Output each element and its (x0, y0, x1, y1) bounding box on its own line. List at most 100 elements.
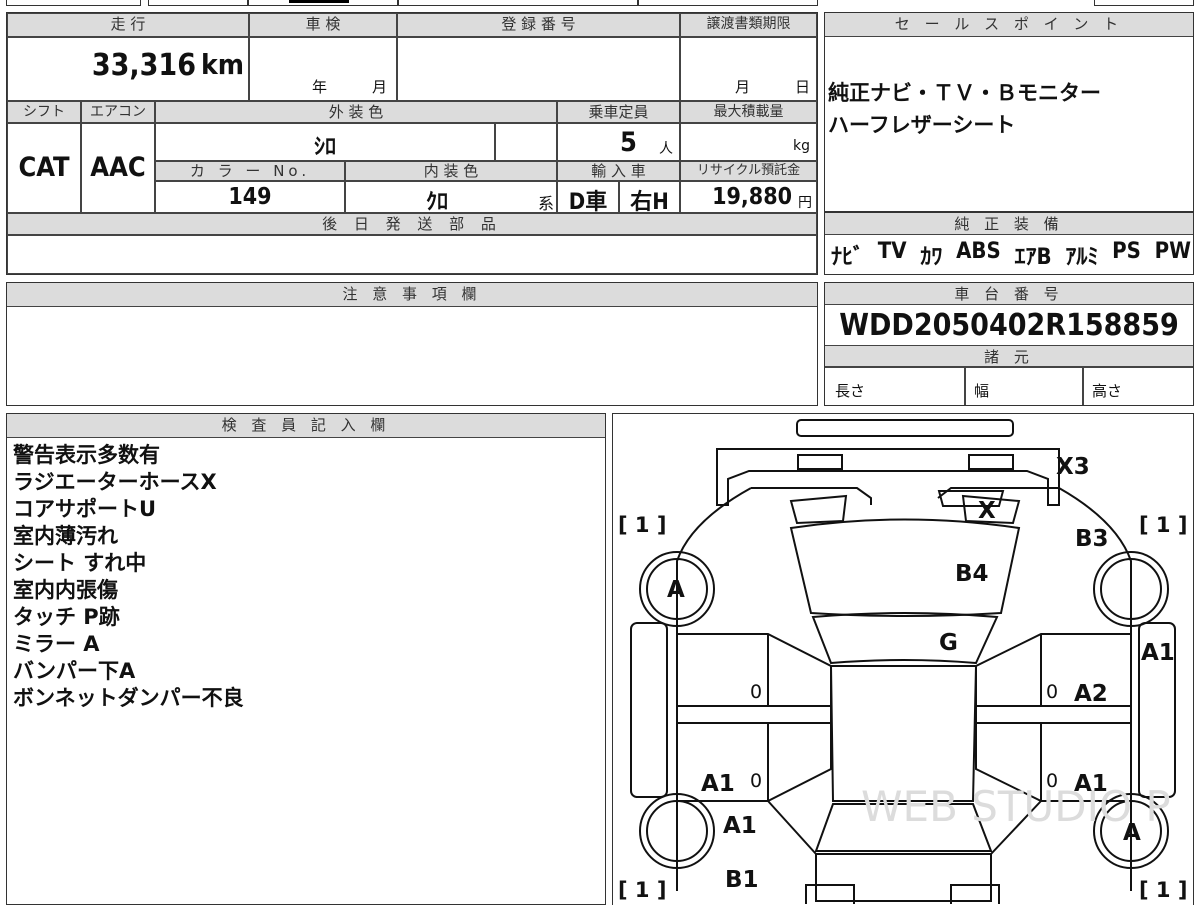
ext-color-label: 外 装 色 (155, 101, 557, 123)
int-color-suffix: 系 (537, 194, 554, 213)
mark-a2: A2 (1074, 681, 1108, 707)
mark-a1-rear-left: A1 (701, 771, 735, 797)
recycle-cell: 19,880 円 (680, 181, 817, 213)
recycle-label: リサイクル預託金 (680, 161, 817, 181)
inspector-line: ラジエーターホースX (13, 470, 217, 494)
inspector-line: コアサポートU (13, 497, 157, 521)
transfer-month: 月 (735, 78, 751, 96)
inspector-line: 室内薄汚れ (13, 524, 118, 548)
bracket-bottom-left: [ 1 ] (618, 878, 666, 902)
int-color-cell: ｸﾛ 系 (345, 181, 557, 215)
mark-x: X (978, 498, 996, 524)
recycle-unit: 円 (798, 195, 812, 211)
windshield (811, 612, 999, 665)
spec-length: 長さ (825, 367, 965, 405)
hood-outline (751, 487, 1059, 505)
bracket-top-left: [ 1 ] (618, 513, 666, 537)
inspector-label: 検 査 員 記 入 欄 (7, 414, 605, 438)
mark-b1: B1 (725, 867, 759, 893)
recycle-value: 19,880 (712, 184, 792, 210)
sales-points-list: 純正ナビ・ＴＶ・Ｂモニター ハーフレザーシート (828, 77, 1188, 141)
int-color-value: ｸﾛ (426, 190, 449, 215)
mileage-value: 33,316 (91, 48, 196, 83)
spec-height: 高さ (1083, 367, 1193, 405)
specs-label: 諸 元 (825, 345, 1193, 367)
inspector-line: シート すれ中 (13, 551, 147, 575)
car-diagram-panel: WEB STUDIO P X3 X B3 B4 G A A1 A2 A1 A1 … (612, 413, 1194, 905)
color-no-value: 149 (228, 184, 272, 210)
equip-abs: ABS (956, 239, 1001, 264)
mark-a-front-left: A (667, 577, 685, 603)
shaken-year: 年 (312, 78, 328, 96)
chassis-number: WDD2050402R158859 (839, 308, 1179, 343)
inspector-line: バンパー下A (13, 659, 136, 683)
equip-ps: PS (1112, 239, 1141, 264)
import-label: 輸 入 車 (557, 161, 680, 181)
equip-alloy: ｱﾙﾐ (1065, 245, 1099, 270)
capacity-unit: 人 (659, 141, 673, 157)
equipment-label: 純 正 装 備 (825, 213, 1193, 235)
ac-value: AAC (90, 152, 146, 183)
later-parts-cell (7, 235, 817, 274)
vehicle-info-table: 走 行 車 検 登 録 番 号 譲渡書類期限 33,316 km 年 月 月 日… (6, 12, 818, 275)
mark-zero: 0 (1046, 681, 1058, 703)
equipment-list: ﾅﾋﾞ TV ｶﾜ ABS ｴｱB ｱﾙﾐ PS PW (831, 239, 1191, 271)
inspector-line: ボンネットダンパー不良 (13, 686, 244, 710)
equip-navi: ﾅﾋﾞ (831, 245, 865, 270)
equipment-panel: 純 正 装 備 ﾅﾋﾞ TV ｶﾜ ABS ｴｱB ｱﾙﾐ PS PW (824, 212, 1194, 275)
shaken-cell: 年 月 (249, 37, 397, 101)
handle-value: 右H (630, 190, 669, 215)
transfer-deadline-label: 譲渡書類期限 (680, 13, 817, 37)
capacity-label: 乗車定員 (557, 101, 680, 123)
ext-color-value: ｼﾛ (313, 135, 336, 160)
mark-a1-right: A1 (1141, 640, 1175, 666)
sales-points-panel: セ ー ル ス ポ イ ン ト 純正ナビ・ＴＶ・Ｂモニター ハーフレザーシート (824, 12, 1194, 212)
front-lamp-right (968, 454, 1014, 470)
sill-left-strip (676, 705, 832, 724)
ac-cell: AAC (81, 123, 155, 213)
equip-airbag: ｴｱB (1014, 245, 1052, 270)
shift-label: シフト (7, 101, 81, 123)
ext-color-cell: ｼﾛ (155, 123, 495, 161)
mark-a-rear-right: A (1123, 820, 1141, 846)
notes-label: 注 意 事 項 欄 (7, 283, 817, 307)
later-parts-label: 後 日 発 送 部 品 (7, 213, 817, 235)
transfer-day: 日 (795, 78, 811, 96)
chassis-panel: 車 台 番 号 WDD2050402R158859 諸 元 長さ 幅 高さ (824, 282, 1194, 406)
mileage-cell: 33,316 km (7, 37, 249, 101)
bracket-top-right: [ 1 ] (1139, 513, 1187, 537)
max-load-label: 最大積載量 (680, 101, 817, 123)
shift-value: CAT (18, 152, 70, 183)
sill-right-strip (975, 705, 1132, 724)
ext-color-extra-cell (495, 123, 557, 161)
spec-width: 幅 (965, 367, 1083, 405)
max-load-unit: kg (793, 138, 810, 154)
inspector-line: 警告表示多数有 (13, 443, 160, 467)
front-bumper (716, 448, 1060, 506)
shift-cell: CAT (7, 123, 81, 213)
registration-label: 登 録 番 号 (397, 13, 680, 37)
mileage-unit: km (201, 48, 244, 81)
inspector-panel: 検 査 員 記 入 欄 警告表示多数有 ラジエーターホースX コアサポートU 室… (6, 413, 606, 905)
spec-width-label: 幅 (974, 382, 990, 400)
inspector-line: 室内内張傷 (13, 578, 118, 602)
bracket-bottom-right: [ 1 ] (1139, 878, 1187, 902)
int-color-label: 内 装 色 (345, 161, 557, 181)
transfer-cell: 月 日 (680, 37, 817, 101)
shaken-label: 車 検 (249, 13, 397, 37)
chassis-label: 車 台 番 号 (825, 283, 1193, 305)
mark-a1-rear-right: A1 (1074, 771, 1108, 797)
ac-label: エアコン (81, 101, 155, 123)
inspector-line: ミラー A (13, 632, 100, 656)
sales-point-1: 純正ナビ・ＴＶ・Ｂモニター (828, 81, 1101, 105)
capacity-value: 5 (620, 127, 637, 158)
mark-b3: B3 (1075, 526, 1109, 552)
notes-panel: 注 意 事 項 欄 (6, 282, 818, 406)
roof (829, 665, 978, 802)
mileage-label: 走 行 (7, 13, 249, 37)
inspector-line: タッチ P跡 (13, 605, 120, 629)
equip-tv: TV (877, 239, 907, 264)
top-strip (6, 0, 1194, 6)
color-no-cell: 149 (155, 181, 345, 213)
import-dealer-cell: D車 (557, 181, 619, 215)
